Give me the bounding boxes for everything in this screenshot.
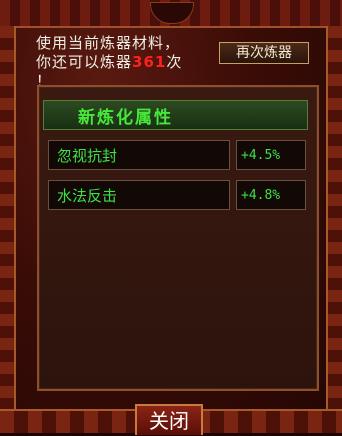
message-line2-suffix: 次 (166, 53, 183, 71)
refine-message: 使用当前炼器材料， 你还可以炼器361次 ！ (36, 34, 182, 91)
left-ornament (0, 26, 16, 433)
right-ornament (326, 26, 342, 433)
attribute-value: +4.8% (236, 180, 306, 210)
refine-again-button[interactable]: 再次炼器 (219, 42, 309, 64)
attribute-value: +4.5% (236, 140, 306, 170)
remaining-count: 361 (132, 53, 167, 71)
attribute-name: 忽视抗封 (48, 140, 230, 170)
panel-title: 新炼化属性 (78, 108, 173, 128)
close-button[interactable]: 关闭 (135, 404, 203, 435)
message-line1: 使用当前炼器材料， (36, 34, 181, 52)
top-ornament (0, 0, 342, 28)
attribute-panel (37, 85, 319, 391)
attribute-name: 水法反击 (48, 180, 230, 210)
message-line2-prefix: 你还可以炼器 (36, 53, 133, 71)
message-line2: 你还可以炼器361次 (36, 53, 182, 72)
